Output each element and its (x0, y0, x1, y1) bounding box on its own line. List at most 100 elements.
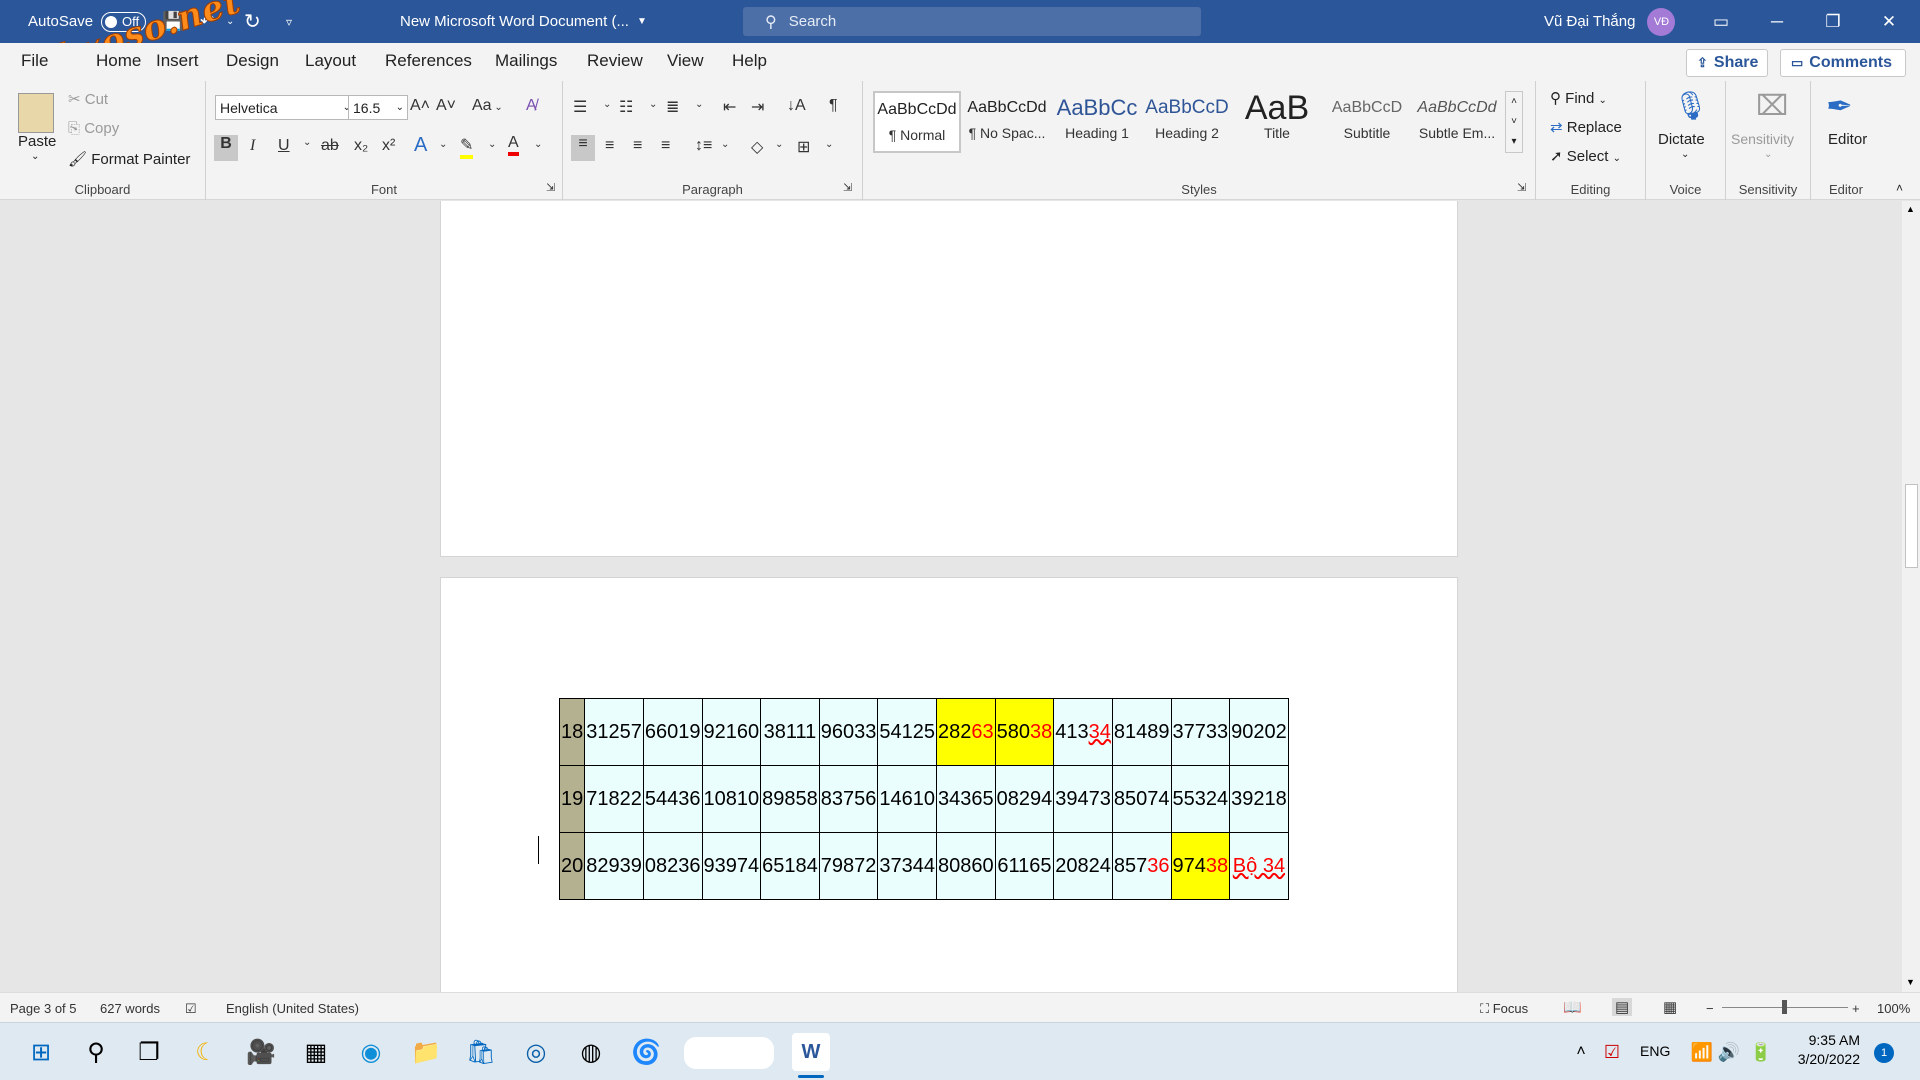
borders-icon[interactable]: ⊞ (797, 137, 810, 157)
table-cell[interactable]: 65184 (760, 832, 820, 900)
table-cell[interactable]: 92160 (701, 698, 762, 766)
line-spacing-dropdown-icon[interactable]: ⌄ (721, 139, 729, 150)
table-cell[interactable]: 89858 (760, 765, 820, 833)
grow-font-icon[interactable]: A˄ (410, 97, 430, 115)
change-case-button[interactable]: Aa ⌄ (472, 97, 503, 115)
style-subtle-emphasis[interactable]: AaBbCcDd Subtle Em... (1413, 91, 1501, 153)
tab-references[interactable]: References (385, 51, 472, 71)
tab-layout[interactable]: Layout (305, 51, 356, 71)
justify-icon[interactable]: ≡ (661, 137, 670, 155)
zoom-out-icon[interactable]: − (1706, 1001, 1714, 1016)
table-cell[interactable]: 83756 (818, 765, 879, 833)
tray-app-icon[interactable]: ☑ (1593, 1033, 1631, 1071)
chrome-icon[interactable]: ◍ (572, 1033, 610, 1071)
lottery-table[interactable]: 18 31257 66019 92160 38111 96033 54125 2… (558, 698, 1289, 900)
collapse-ribbon-icon[interactable]: ˄ (1896, 181, 1903, 195)
table-cell[interactable]: 37733 (1170, 698, 1231, 766)
table-cell[interactable]: 10810 (701, 765, 762, 833)
style-subtitle[interactable]: AaBbCcD Subtitle (1323, 91, 1411, 153)
tab-insert[interactable]: Insert (156, 51, 199, 71)
file-explorer-icon[interactable]: 📁 (407, 1033, 445, 1071)
table-cell[interactable]: 20824 (1053, 832, 1113, 900)
table-cell[interactable]: 38111 (760, 698, 820, 766)
replace-button[interactable]: ⇄ Replace (1550, 118, 1622, 136)
style-heading-1[interactable]: AaBbCc Heading 1 (1053, 91, 1141, 153)
table-cell[interactable]: 81489 (1111, 698, 1172, 766)
tab-help[interactable]: Help (732, 51, 767, 71)
clear-formatting-icon[interactable]: A̸ (526, 97, 537, 115)
font-color-icon[interactable]: A (508, 134, 519, 156)
style-title[interactable]: AaB Title (1233, 91, 1321, 153)
find-button[interactable]: ⚲ Find ⌄ (1550, 89, 1607, 107)
table-cell[interactable]: Bộ 34 (1229, 832, 1289, 900)
task-view-icon[interactable]: ❐ (130, 1033, 168, 1071)
align-center-icon[interactable]: ≡ (605, 137, 614, 155)
shrink-font-icon[interactable]: A˅ (436, 97, 456, 115)
font-family-select[interactable]: Helvetica ⌄ (215, 95, 355, 120)
teams-chat-icon[interactable]: 🎥 (242, 1033, 280, 1071)
table-cell-highlighted[interactable]: 97438 (1170, 832, 1231, 900)
underline-icon[interactable]: U (278, 137, 290, 155)
weather-icon[interactable]: ☾ (187, 1033, 225, 1071)
minimize-icon[interactable]: ─ (1749, 0, 1805, 43)
select-button[interactable]: ➚ Select ⌄ (1550, 147, 1621, 165)
customize-toolbar-icon[interactable]: ▿ (286, 0, 292, 43)
dictate-button[interactable]: Dictate (1658, 131, 1705, 148)
paste-icon[interactable] (18, 93, 54, 133)
tab-design[interactable]: Design (226, 51, 279, 71)
tab-mailings[interactable]: Mailings (495, 51, 557, 71)
tab-review[interactable]: Review (587, 51, 643, 71)
store-icon[interactable]: 🛍 (462, 1033, 500, 1071)
page-2[interactable] (440, 201, 1458, 557)
zoom-slider-thumb[interactable] (1782, 1000, 1787, 1014)
format-painter-button[interactable]: 🖌 Format Painter (68, 150, 190, 168)
tab-view[interactable]: View (667, 51, 704, 71)
table-cell[interactable]: 55324 (1170, 765, 1231, 833)
web-layout-icon[interactable]: ▦ (1663, 998, 1677, 1016)
document-area[interactable]: 18 31257 66019 92160 38111 96033 54125 2… (0, 201, 1902, 992)
bullets-icon[interactable]: ☰ (573, 97, 587, 117)
input-language[interactable]: ENG (1640, 1043, 1670, 1059)
table-cell[interactable]: 34365 (936, 765, 996, 833)
table-cell[interactable]: 14610 (877, 765, 937, 833)
bold-icon[interactable]: B (214, 135, 238, 161)
table-cell[interactable]: 54436 (642, 765, 703, 833)
tab-home[interactable]: Home (96, 51, 141, 71)
battery-icon[interactable]: 🔋 (1742, 1033, 1780, 1071)
styles-scroll[interactable]: ˄ ˅ ▾ (1505, 91, 1523, 153)
shading-icon[interactable]: ◇ (751, 137, 763, 157)
table-cell[interactable]: 71822 (584, 765, 644, 833)
table-cell[interactable]: 85074 (1111, 765, 1172, 833)
table-cell[interactable]: 93974 (701, 832, 762, 900)
document-title[interactable]: New Microsoft Word Document (... ▼ (400, 0, 647, 43)
table-cell[interactable]: 85736 (1111, 832, 1172, 900)
redo-icon[interactable]: ↻ (244, 0, 261, 43)
text-effects-icon[interactable]: A (414, 134, 427, 157)
search-icon[interactable]: ⚲ (77, 1033, 115, 1071)
coccoc-browser-icon[interactable]: 🌀 (627, 1033, 665, 1071)
dictate-dropdown-icon[interactable]: ⌄ (1681, 149, 1689, 160)
font-size-select[interactable]: 16.5 ⌄ (348, 95, 408, 120)
table-cell[interactable]: 61165 (994, 832, 1055, 900)
editor-button[interactable]: Editor (1828, 131, 1867, 148)
paste-dropdown-icon[interactable]: ⌄ (31, 151, 39, 162)
decrease-indent-icon[interactable]: ⇤ (723, 97, 736, 117)
zoom-level[interactable]: 100% (1877, 1001, 1910, 1016)
numbering-icon[interactable]: ☷ (619, 97, 633, 117)
table-cell[interactable]: 90202 (1229, 698, 1289, 766)
vertical-scrollbar[interactable]: ▲ ▼ (1902, 201, 1920, 992)
focus-button[interactable]: ⛶ Focus (1480, 1001, 1528, 1017)
tab-file[interactable]: File (21, 51, 48, 71)
style-normal[interactable]: AaBbCcDd ¶ Normal (873, 91, 961, 153)
notification-badge[interactable]: 1 (1874, 1043, 1894, 1063)
start-icon[interactable]: ⊞ (22, 1033, 60, 1071)
underline-dropdown-icon[interactable]: ⌄ (303, 137, 311, 148)
table-cell[interactable]: 08236 (642, 832, 703, 900)
table-cell[interactable]: 39473 (1053, 765, 1113, 833)
shading-dropdown-icon[interactable]: ⌄ (775, 139, 783, 150)
subscript-icon[interactable]: x₂ (354, 137, 368, 155)
calculator-icon[interactable]: ▦ (297, 1033, 335, 1071)
align-right-icon[interactable]: ≡ (633, 137, 642, 155)
scrollbar-thumb[interactable] (1905, 484, 1918, 568)
word-app-icon[interactable]: W (792, 1033, 830, 1071)
